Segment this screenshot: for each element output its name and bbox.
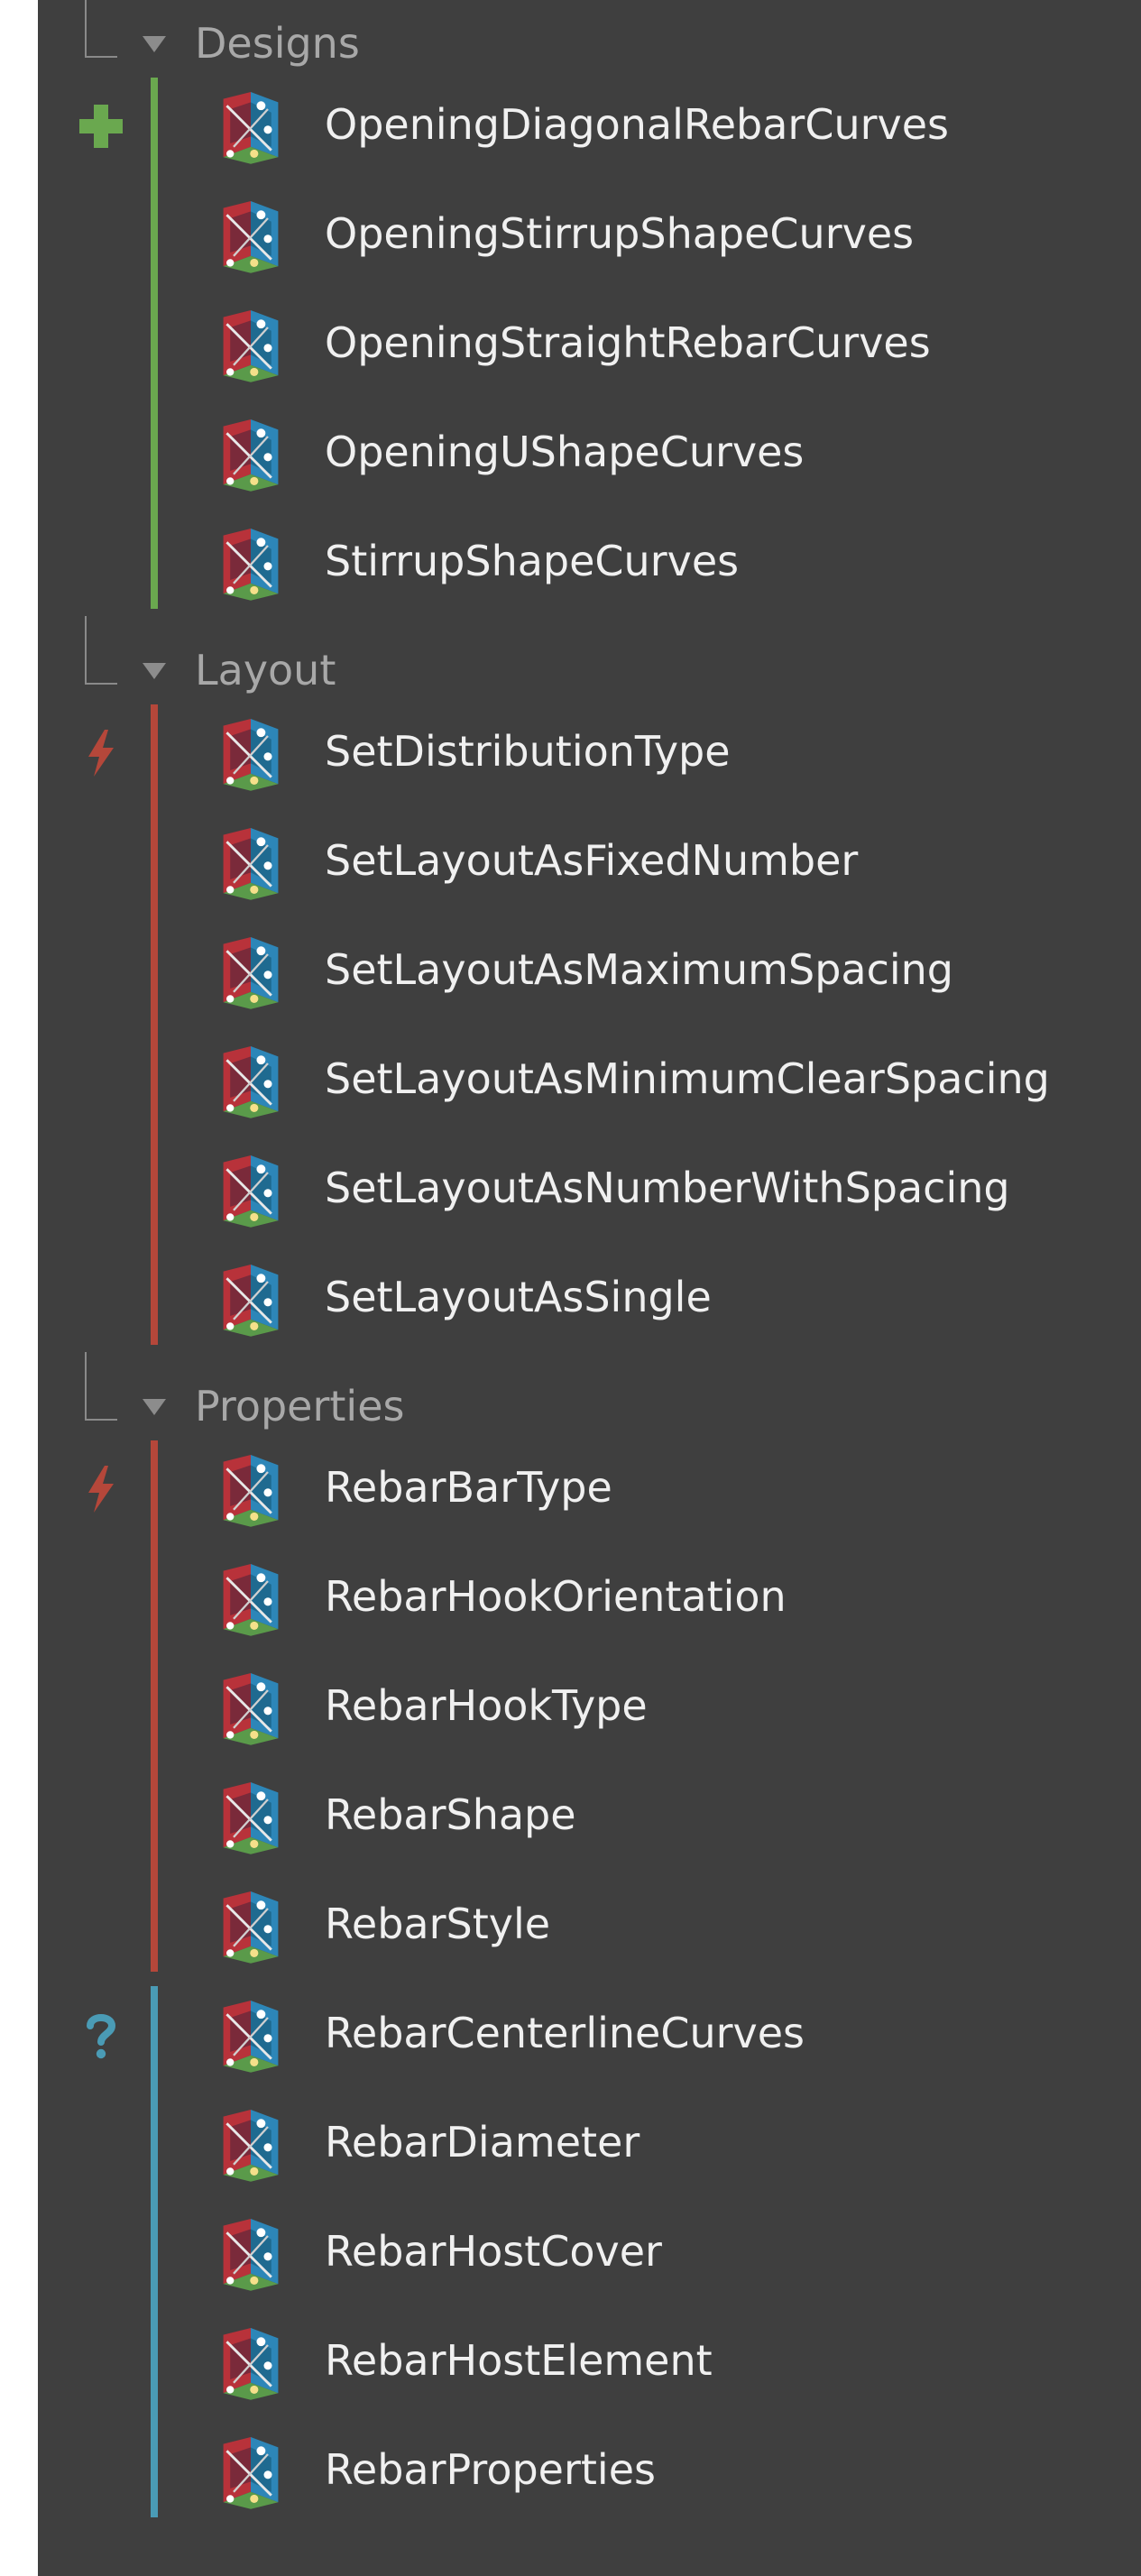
node-item-label: RebarHostElement xyxy=(325,2336,713,2385)
node-item-label: StirrupShapeCurves xyxy=(325,537,740,585)
node-item-label: RebarBarType xyxy=(325,1463,612,1512)
dynamo-node-icon xyxy=(223,529,279,601)
dynamo-node-icon xyxy=(223,2219,279,2291)
tree-connector xyxy=(85,1352,117,1421)
node-item[interactable]: SetLayoutAsMaximumSpacing xyxy=(38,915,1141,1025)
node-item[interactable]: SetDistributionType xyxy=(38,697,1141,806)
dynamo-node-icon xyxy=(223,937,279,1009)
group-label: Layout xyxy=(195,646,336,695)
dynamo-node-icon xyxy=(223,92,279,164)
node-item-label: SetLayoutAsFixedNumber xyxy=(325,836,859,885)
node-item-label: RebarHookOrientation xyxy=(325,1572,787,1621)
dynamo-node-icon xyxy=(223,719,279,791)
dynamo-node-icon xyxy=(223,1155,279,1228)
dynamo-node-icon xyxy=(223,1046,279,1118)
node-item-label: SetLayoutAsNumberWithSpacing xyxy=(325,1164,1010,1212)
node-item[interactable]: RebarHookOrientation xyxy=(38,1542,1141,1651)
node-item[interactable]: RebarHookType xyxy=(38,1651,1141,1761)
dynamo-node-icon xyxy=(223,1564,279,1636)
dynamo-node-icon xyxy=(223,1673,279,1745)
dynamo-node-icon xyxy=(223,1782,279,1854)
node-item-label: SetDistributionType xyxy=(325,727,731,776)
dynamo-node-icon xyxy=(223,2437,279,2509)
node-item-label: RebarHookType xyxy=(325,1681,648,1730)
dynamo-node-icon xyxy=(223,1265,279,1337)
tree-connector xyxy=(85,0,117,58)
group-label: Properties xyxy=(195,1382,405,1431)
node-item-label: RebarDiameter xyxy=(325,2118,640,2167)
node-item[interactable]: RebarProperties xyxy=(38,2415,1141,2525)
node-item[interactable]: RebarBarType xyxy=(38,1433,1141,1542)
expand-triangle-icon[interactable] xyxy=(143,663,166,679)
node-item-label: RebarStyle xyxy=(325,1900,551,1948)
dynamo-node-icon xyxy=(223,310,279,382)
node-item-label: OpeningStraightRebarCurves xyxy=(325,318,931,367)
dynamo-node-icon xyxy=(223,828,279,900)
dynamo-node-icon xyxy=(223,2328,279,2400)
node-item-label: OpeningUShapeCurves xyxy=(325,428,805,476)
node-item-label: SetLayoutAsSingle xyxy=(325,1273,712,1321)
node-item[interactable]: SetLayoutAsNumberWithSpacing xyxy=(38,1134,1141,1243)
group-header-layout[interactable]: Layout xyxy=(38,616,1141,697)
node-item[interactable]: RebarHostElement xyxy=(38,2306,1141,2415)
dynamo-node-icon xyxy=(223,1891,279,1964)
node-item[interactable]: SetLayoutAsSingle xyxy=(38,1243,1141,1352)
group-header-properties[interactable]: Properties xyxy=(38,1352,1141,1433)
node-item[interactable]: SetLayoutAsMinimumClearSpacing xyxy=(38,1025,1141,1134)
node-item[interactable]: StirrupShapeCurves xyxy=(38,507,1141,616)
group-label: Designs xyxy=(195,19,360,68)
dynamo-node-icon xyxy=(223,419,279,492)
node-item[interactable]: SetLayoutAsFixedNumber xyxy=(38,806,1141,915)
dynamo-node-icon xyxy=(223,2110,279,2182)
dynamo-node-icon xyxy=(223,1455,279,1527)
node-item-label: RebarProperties xyxy=(325,2445,656,2494)
node-item-label: SetLayoutAsMinimumClearSpacing xyxy=(325,1054,1050,1103)
node-item-label: RebarHostCover xyxy=(325,2227,662,2276)
node-item-label: SetLayoutAsMaximumSpacing xyxy=(325,945,954,994)
node-item[interactable]: OpeningStirrupShapeCurves xyxy=(38,179,1141,289)
group-header-designs[interactable]: Designs xyxy=(38,0,1141,70)
node-item-label: RebarShape xyxy=(325,1790,576,1839)
node-item[interactable]: OpeningUShapeCurves xyxy=(38,398,1141,507)
expand-triangle-icon[interactable] xyxy=(143,36,166,52)
library-tree-panel: Designs OpeningDiagonalRebarCurves Opening… xyxy=(38,0,1141,2576)
dynamo-node-icon xyxy=(223,201,279,273)
node-item[interactable]: RebarStyle xyxy=(38,1870,1141,1979)
node-item[interactable]: OpeningDiagonalRebarCurves xyxy=(38,70,1141,179)
tree-connector xyxy=(85,616,117,685)
expand-triangle-icon[interactable] xyxy=(143,1399,166,1415)
node-item-label: OpeningDiagonalRebarCurves xyxy=(325,100,950,149)
node-item[interactable]: OpeningStraightRebarCurves xyxy=(38,289,1141,398)
node-item-label: OpeningStirrupShapeCurves xyxy=(325,209,915,258)
node-item[interactable]: RebarHostCover xyxy=(38,2197,1141,2306)
node-item[interactable]: RebarCenterlineCurves xyxy=(38,1979,1141,2088)
dynamo-node-icon xyxy=(223,2001,279,2073)
node-item[interactable]: RebarShape xyxy=(38,1761,1141,1870)
node-item[interactable]: RebarDiameter xyxy=(38,2088,1141,2197)
node-item-label: RebarCenterlineCurves xyxy=(325,2009,805,2057)
